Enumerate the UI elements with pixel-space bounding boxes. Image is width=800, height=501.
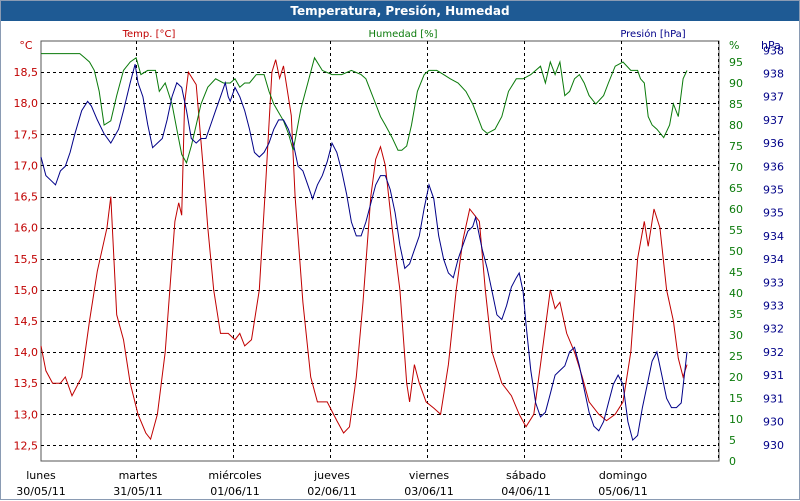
temperature-line (40, 59, 688, 441)
axis-right-tick-label: 930 (763, 439, 784, 452)
axis-right-tick-label: 934 (763, 253, 784, 266)
axis-right-tick-label: 937 (763, 114, 784, 127)
x-tick-date: 01/06/11 (210, 485, 259, 498)
x-tick-day: martes (119, 469, 158, 482)
axis-mid-tick-label: 90 (729, 77, 743, 90)
axis-left-tick-label: 12,5 (14, 439, 39, 452)
x-tick-date: 31/05/11 (113, 485, 162, 498)
axis-right-tick-label: 938 (763, 44, 784, 57)
axis-left-tick-label: 15,0 (14, 284, 39, 297)
axis-right-tick-label: 930 (763, 416, 784, 429)
axis-mid-tick-label: 0 (729, 455, 736, 468)
axis-right-tick-label: 935 (763, 207, 784, 220)
axis-right-tick-label: 931 (763, 392, 784, 405)
axis-left-tick-label: 18,5 (14, 66, 39, 79)
x-tick-day: jueves (313, 469, 350, 482)
axis-left-tick-label: 17,0 (14, 159, 39, 172)
x-tick-day: sábado (506, 469, 546, 482)
axis-left-tick-label: 17,5 (14, 128, 39, 141)
axis-right-tick-label: 937 (763, 91, 784, 104)
axis-mid-tick-label: 45 (729, 266, 743, 279)
axis-mid-tick-label: 60 (729, 203, 743, 216)
axis-right-tick-label: 932 (763, 323, 784, 336)
axis-mid-tick-label: 5 (729, 434, 736, 447)
x-tick-date: 30/05/11 (16, 485, 65, 498)
axis-left-tick-label: 13,0 (14, 408, 39, 421)
axis-mid-unit: % (729, 39, 739, 52)
series-label-pressure: Presión [hPa] (620, 28, 685, 40)
axis-mid-tick-label: 65 (729, 182, 743, 195)
axis-left-unit: °C (19, 39, 33, 52)
axis-left-tick-label: 14,5 (14, 315, 39, 328)
axis-right-tick-label: 933 (763, 276, 784, 289)
axis-mid-tick-label: 20 (729, 371, 743, 384)
axis-left-tick-label: 16,0 (14, 222, 39, 235)
axis-left-tick-label: 14,0 (14, 346, 39, 359)
x-tick-date: 04/06/11 (501, 485, 550, 498)
chart-window: Temperatura, Presión, Humedad °C 12,5 13,0… (0, 0, 800, 500)
axis-mid-tick-label: 25 (729, 350, 743, 363)
axis-mid-tick-label: 55 (729, 224, 743, 237)
axis-right-tick-label: 933 (763, 300, 784, 313)
axis-right-tick-label: 931 (763, 369, 784, 382)
axis-left-tick-label: 13,5 (14, 377, 39, 390)
axis-mid-tick-label: 70 (729, 161, 743, 174)
axis-mid-tick-label: 50 (729, 245, 743, 258)
axis-mid-tick-label: 85 (729, 98, 743, 111)
axis-right-tick-label: 938 (763, 67, 784, 80)
axis-right-tick-label: 932 (763, 346, 784, 359)
axis-right-tick-label: 934 (763, 230, 784, 243)
axis-mid-tick-label: 10 (729, 413, 743, 426)
chart-svg: °C 12,5 13,0 13,5 14,0 14,5 15,0 15,5 16,0 16,5 17… (14, 28, 785, 498)
x-tick-day: lunes (26, 469, 56, 482)
x-tick-day: viernes (409, 469, 449, 482)
axis-mid-tick-label: 35 (729, 308, 743, 321)
x-tick-day: domingo (599, 469, 647, 482)
x-tick-date: 02/06/11 (307, 485, 356, 498)
x-tick-date: 05/06/11 (598, 485, 647, 498)
axis-right-tick-label: 936 (763, 137, 784, 150)
humidity-line (41, 53, 688, 165)
axis-mid-tick-label: 75 (729, 140, 743, 153)
axis-left-tick-label: 18,0 (14, 97, 39, 110)
axis-mid-tick-label: 95 (729, 56, 743, 69)
series-label-humidity: Humedad [%] (368, 29, 437, 40)
x-tick-day: miércoles (208, 469, 261, 482)
axis-mid-tick-label: 80 (729, 119, 743, 132)
axis-mid-tick-label: 15 (729, 392, 743, 405)
axis-mid-tick-label: 30 (729, 329, 743, 342)
series-label-temperature: Temp. [°C] (122, 29, 176, 40)
axis-left-tick-label: 16,5 (14, 191, 39, 204)
axis-right-tick-label: 936 (763, 160, 784, 173)
axis-right-tick-label: 935 (763, 184, 784, 197)
axis-left-tick-label: 15,5 (14, 253, 39, 266)
axis-mid-tick-label: 40 (729, 287, 743, 300)
x-tick-date: 03/06/11 (404, 485, 453, 498)
